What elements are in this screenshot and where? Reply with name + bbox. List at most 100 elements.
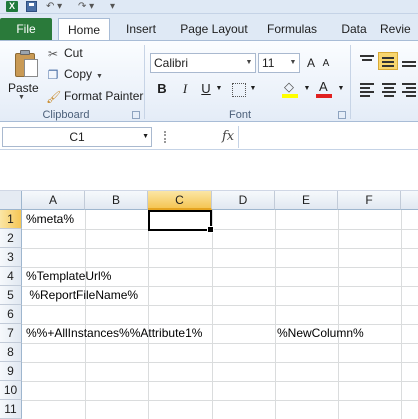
row-header-1[interactable]: 1 (0, 210, 22, 229)
gridline (85, 210, 86, 419)
gridline (22, 305, 418, 306)
font-size-select[interactable]: 11 ▼ (258, 53, 300, 73)
ribbon-home: Paste ▼ ✂ Cut ❐ Copy ▼ 🖌 Format Painter Clip… (0, 40, 418, 122)
cell-a5[interactable]: %ReportFileName% (26, 286, 138, 305)
font-size-value: 11 (262, 56, 275, 70)
select-all-button[interactable] (0, 191, 22, 210)
name-box-value: C1 (69, 130, 85, 144)
cell-a4[interactable]: %TemplateUrl% (26, 267, 111, 286)
gridline (212, 210, 213, 419)
gridline (401, 210, 402, 419)
fill-color-icon[interactable]: ◇ (282, 79, 300, 99)
gridline (22, 229, 418, 230)
cell-a1[interactable]: %meta% (26, 210, 74, 229)
tab-review[interactable]: Revie (380, 18, 418, 40)
column-header-e[interactable]: E (275, 191, 338, 210)
align-middle-icon[interactable] (378, 52, 398, 70)
paintbrush-icon: 🖌 (46, 89, 62, 104)
excel-logo-icon[interactable]: X (6, 1, 18, 12)
cut-label: Cut (64, 46, 83, 60)
chevron-down-icon: ▼ (142, 133, 149, 140)
active-cell-c1[interactable] (148, 210, 214, 233)
formula-buttons: fx (160, 127, 234, 147)
align-bottom-icon[interactable] (400, 53, 418, 69)
tab-data[interactable]: Data (336, 18, 372, 40)
copy-button[interactable]: ❐ Copy ▼ (46, 65, 103, 83)
chevron-down-icon[interactable]: ▼ (248, 79, 258, 99)
font-color-icon[interactable]: A (316, 79, 334, 99)
worksheet-grid[interactable]: A B C D E F 1 2 3 4 5 6 7 8 9 10 11 %met… (0, 191, 418, 419)
row-header-5[interactable]: 5 (0, 286, 22, 305)
insert-function-button[interactable]: fx (222, 127, 234, 147)
grip-icon (164, 131, 167, 143)
group-divider (144, 45, 145, 119)
font-launcher-icon[interactable] (338, 111, 346, 119)
formula-input[interactable] (238, 126, 418, 148)
tab-page-layout[interactable]: Page Layout (176, 18, 252, 40)
format-painter-label: Format Painter (64, 89, 144, 103)
cell-a7[interactable]: %%+AllInstances%%Attribute1% (26, 324, 202, 343)
grow-font-button[interactable]: A (304, 53, 318, 73)
column-header-b[interactable]: B (85, 191, 148, 210)
font-group-label: Font (228, 109, 251, 121)
column-header-g-partial[interactable] (401, 191, 418, 210)
scissors-icon: ✂ (47, 46, 59, 61)
column-header-d[interactable]: D (212, 191, 275, 210)
ribbon-tabs: File Home Insert Page Layout Formulas Da… (0, 14, 418, 40)
gridline (22, 248, 418, 249)
align-center-icon[interactable] (380, 81, 398, 97)
gridline (22, 343, 418, 344)
italic-button[interactable]: I (177, 79, 193, 99)
chevron-down-icon[interactable]: ▼ (336, 79, 346, 99)
row-header-6[interactable]: 6 (0, 305, 22, 324)
shrink-font-button[interactable]: A (320, 54, 332, 74)
bold-button[interactable]: B (154, 79, 170, 99)
gridline (148, 210, 149, 419)
chevron-down-icon: ▼ (18, 94, 25, 101)
row-header-9[interactable]: 9 (0, 362, 22, 381)
save-icon[interactable] (26, 1, 37, 12)
column-header-c[interactable]: C (148, 191, 212, 210)
row-header-8[interactable]: 8 (0, 343, 22, 362)
font-name-select[interactable]: Calibri ▼ (150, 53, 256, 73)
customize-qat-icon[interactable]: ▾ (110, 1, 115, 13)
tab-file[interactable]: File (0, 18, 52, 40)
gridline (338, 210, 339, 419)
row-header-7[interactable]: 7 (0, 324, 22, 343)
align-left-icon[interactable] (358, 81, 376, 97)
column-header-f[interactable]: F (338, 191, 401, 210)
format-painter-button[interactable]: 🖌 Format Painter (46, 87, 143, 105)
undo-icon[interactable]: ↶ ▾ (46, 1, 62, 13)
chevron-down-icon: ▼ (96, 73, 103, 80)
borders-icon[interactable] (232, 83, 246, 97)
align-top-icon[interactable] (358, 53, 376, 69)
cell-e7[interactable]: %NewColumn% (277, 324, 364, 343)
row-header-2[interactable]: 2 (0, 229, 22, 248)
row-header-4[interactable]: 4 (0, 267, 22, 286)
tab-insert[interactable]: Insert (120, 18, 162, 40)
clipboard-launcher-icon[interactable] (132, 111, 140, 119)
align-right-icon[interactable] (400, 81, 418, 97)
paste-icon (13, 49, 39, 79)
paste-button[interactable]: Paste ▼ (4, 43, 40, 105)
quick-access-toolbar: X ↶ ▾ ↷ ▾ ▾ (0, 0, 418, 14)
underline-button[interactable]: U (198, 79, 214, 99)
tab-formulas[interactable]: Formulas (262, 18, 322, 40)
formula-bar-expanded-area (0, 150, 418, 191)
column-header-a[interactable]: A (22, 191, 85, 210)
redo-icon[interactable]: ↷ ▾ (78, 1, 94, 13)
chevron-down-icon: ▼ (289, 59, 297, 66)
tab-home[interactable]: Home (58, 18, 110, 40)
copy-label: Copy (64, 67, 93, 81)
cut-button[interactable]: ✂ Cut (46, 44, 83, 62)
name-box[interactable]: C1 ▼ (2, 127, 152, 147)
chevron-down-icon[interactable]: ▼ (302, 79, 312, 99)
clipboard-group-label: Clipboard (42, 109, 90, 121)
chevron-down-icon[interactable]: ▼ (214, 79, 224, 99)
row-header-11[interactable]: 11 (0, 400, 22, 419)
gridline (22, 400, 418, 401)
gridline (22, 362, 418, 363)
row-header-3[interactable]: 3 (0, 248, 22, 267)
chevron-down-icon: ▼ (245, 59, 253, 66)
row-header-10[interactable]: 10 (0, 381, 22, 400)
